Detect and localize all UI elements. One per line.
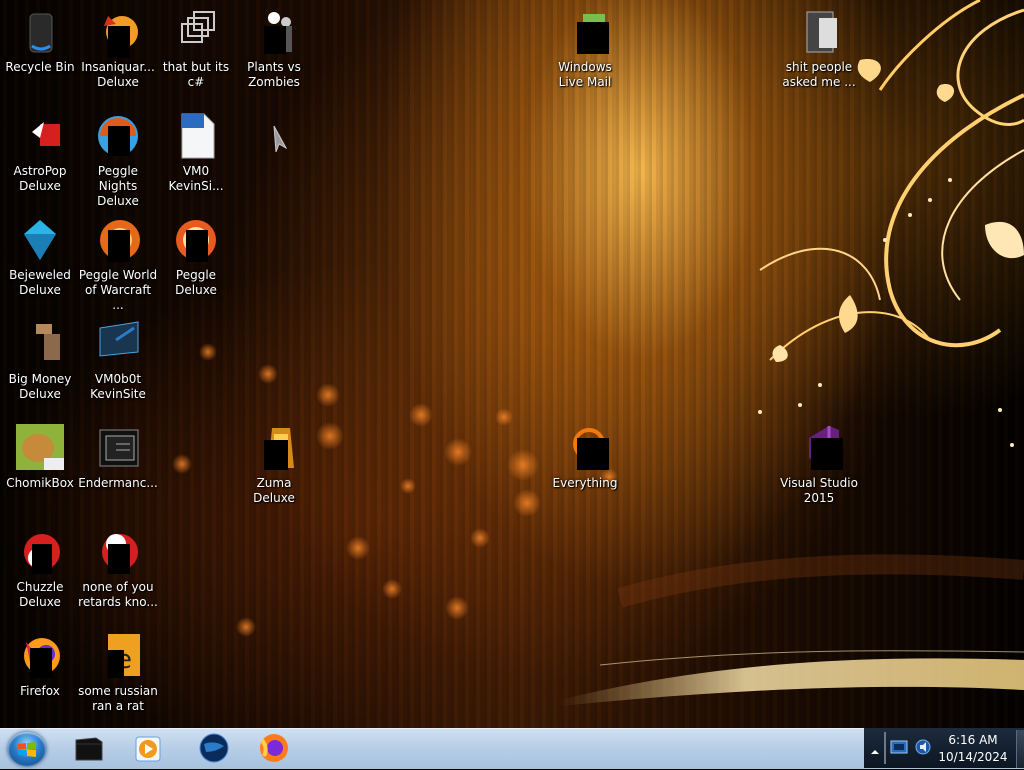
monitor-icon (94, 320, 142, 368)
peggle-deluxe-icon-tile[interactable]: Peggle Deluxe (156, 216, 236, 298)
windows-logo-icon (18, 742, 36, 757)
icon-label: shit people asked me ... (782, 60, 856, 89)
russian-rat-icon: e (94, 632, 142, 680)
taskbar-firefox-button[interactable] (256, 730, 292, 766)
recycle-bin-icon-tile[interactable]: Recycle Bin (0, 8, 80, 75)
icon-label: Peggle Deluxe (175, 268, 217, 297)
icon-label: Plants vs Zombies (247, 60, 301, 89)
tray-volume-button[interactable] (914, 738, 932, 756)
taskbar-explorer-button[interactable] (70, 730, 106, 766)
bejeweled-icon-tile[interactable]: Bejeweled Deluxe (0, 216, 80, 298)
big-money-icon-tile[interactable]: Big Money Deluxe (0, 320, 80, 402)
icon-label: Bejeweled Deluxe (9, 268, 71, 297)
icon-label: AstroPop Deluxe (13, 164, 67, 193)
icon-label: that but its c# (162, 60, 230, 89)
icon-label: some russian ran a rat (78, 684, 158, 713)
show-desktop-button[interactable] (1016, 730, 1024, 768)
plants-vs-zombies-icon (250, 8, 298, 56)
document-icon (172, 112, 220, 160)
folder-stack-icon (94, 424, 142, 472)
visual-studio-icon-tile[interactable]: Visual Studio 2015 (779, 424, 859, 506)
big-money-icon (16, 320, 64, 368)
vm0-icon-tile[interactable]: VM0 KevinSi... (156, 112, 236, 194)
peggle-nights-icon (94, 112, 142, 160)
tray-divider (884, 732, 886, 764)
icon-label: Endermanc... (78, 476, 158, 490)
icon-label: Everything (552, 476, 618, 490)
start-button[interactable] (8, 732, 46, 766)
globe-icon (199, 733, 229, 763)
mouse-cursor (250, 120, 290, 164)
icon-label: Visual Studio 2015 (780, 476, 858, 505)
icon-label: Recycle Bin (5, 60, 75, 74)
peggle-wow-icon-tile[interactable]: Peggle World of Warcraft ... (78, 216, 158, 313)
icon-label: ChomikBox (6, 476, 74, 490)
insaniquarium-icon (94, 8, 142, 58)
none-of-you-icon-tile[interactable]: none of you retards kno... (78, 528, 158, 610)
zuma-icon (250, 424, 298, 472)
firefox-desktop-icon-tile[interactable]: Firefox (0, 632, 80, 699)
icon-label: Insaniquar... Deluxe (81, 60, 155, 89)
peggle-nights-icon-tile[interactable]: Peggle Nights Deluxe (78, 112, 158, 209)
speaker-icon (915, 739, 931, 755)
clock-time[interactable]: 6:16 AM (934, 733, 1012, 747)
show-hidden-icons-button[interactable] (870, 742, 880, 754)
chuzzle-icon (16, 528, 64, 576)
peggle-deluxe-icon (172, 216, 220, 264)
russian-rat-icon-tile[interactable]: e some russian ran a rat (78, 632, 158, 714)
icon-label: Chuzzle Deluxe (16, 580, 64, 609)
icon-label: none of you retards kno... (78, 580, 158, 609)
clock-date[interactable]: 10/14/2024 (934, 750, 1012, 764)
astropop-icon (16, 112, 64, 160)
icon-label: Big Money Deluxe (8, 372, 72, 401)
mail-icon (561, 8, 609, 56)
icon-label: Zuma Deluxe (253, 476, 295, 505)
icon-label: Peggle World of Warcraft ... (78, 268, 158, 312)
file-explorer-icon (75, 737, 103, 761)
chevron-up-icon (871, 750, 879, 754)
peggle-wow-icon (94, 216, 142, 264)
search-magnifier-icon (561, 424, 609, 472)
zuma-icon-tile[interactable]: Zuma Deluxe (234, 424, 314, 506)
firefox-icon (260, 734, 288, 762)
astropop-icon-tile[interactable]: AstroPop Deluxe (0, 112, 80, 194)
insaniquarium-icon-tile[interactable]: Insaniquar... Deluxe (78, 8, 158, 90)
network-icon (890, 740, 908, 754)
taskbar-media-button[interactable] (130, 730, 166, 766)
windows-live-mail-icon-tile[interactable]: Windows Live Mail (545, 8, 625, 90)
chuzzle-icon (94, 528, 142, 576)
icon-label: Firefox (20, 684, 60, 698)
pvz-icon-tile[interactable]: Plants vs Zombies (234, 8, 314, 90)
bejeweled-icon (16, 216, 64, 264)
vm0b0t-icon-tile[interactable]: VM0b0t KevinSite (78, 320, 158, 402)
icon-label: Peggle Nights Deluxe (97, 164, 139, 208)
endermanch-icon-tile[interactable]: Endermanc... (78, 424, 158, 491)
tray-network-button[interactable] (890, 738, 908, 756)
chomikbox-icon (16, 424, 64, 472)
shit-people-icon-tile[interactable]: shit people asked me ... (779, 8, 859, 90)
visual-studio-icon (795, 424, 843, 472)
taskbar-globe-button[interactable] (196, 730, 232, 766)
chuzzle-icon-tile[interactable]: Chuzzle Deluxe (0, 528, 80, 610)
icon-label: VM0 KevinSi... (168, 164, 224, 193)
icon-label: Windows Live Mail (558, 60, 612, 89)
everything-icon-tile[interactable]: Everything (545, 424, 625, 491)
recycle-bin-icon (16, 8, 64, 56)
folder-icon (795, 8, 843, 56)
media-player-icon (135, 736, 161, 762)
shortcut-stack-icon (172, 8, 220, 56)
icon-label: VM0b0t KevinSite (90, 372, 146, 401)
chomikbox-icon-tile[interactable]: ChomikBox (0, 424, 80, 491)
firefox-icon (16, 632, 64, 680)
that-but-icon-tile[interactable]: that but its c# (156, 8, 236, 90)
